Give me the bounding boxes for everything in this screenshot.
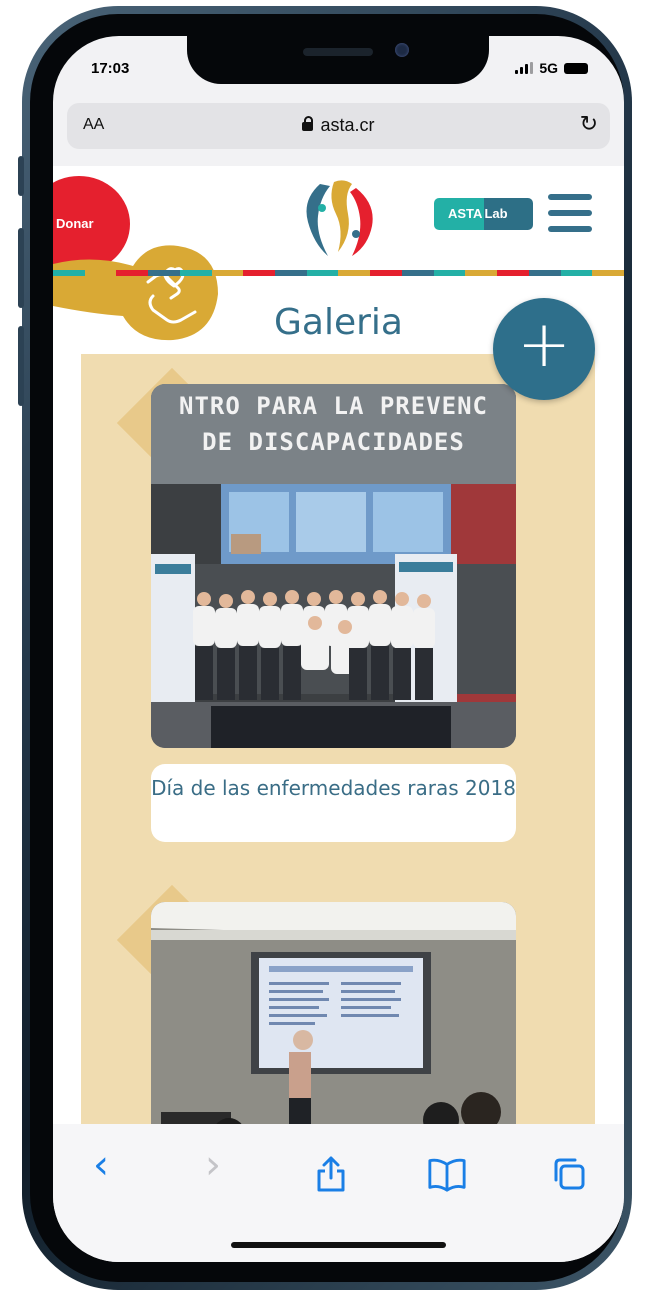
camera <box>395 43 409 57</box>
gallery-image-1[interactable]: NTRO PARA LA PREVENC DE DISCAPACIDADES <box>151 384 516 748</box>
sign-line-1: NTRO PARA LA PREVENC <box>179 392 488 420</box>
gallery-caption-1[interactable]: Día de las enfermedades raras 2018 <box>151 764 516 842</box>
add-button[interactable]: + <box>493 298 595 400</box>
notch <box>187 36 489 84</box>
speaker <box>303 48 373 56</box>
hamburger-menu-icon[interactable] <box>548 194 592 242</box>
domain-text: asta.cr <box>320 115 375 135</box>
forward-icon[interactable]: › <box>193 1142 233 1188</box>
mute-switch <box>18 156 24 196</box>
back-icon[interactable]: ‹ <box>81 1142 121 1188</box>
caption-text: Día de las enfermedades raras 2018 <box>151 776 516 800</box>
lock-icon <box>302 116 314 131</box>
lab-part1: ASTA <box>434 198 485 230</box>
signal-icon <box>515 62 534 74</box>
screen: 17:03 5G AA asta.cr ↻ Donar ASTA Lab Gal… <box>53 36 624 1262</box>
bookmarks-icon[interactable] <box>427 1154 467 1194</box>
sign-line-2: DE DISCAPACIDADES <box>202 428 465 456</box>
url-display[interactable]: asta.cr <box>67 115 610 136</box>
volume-up-button <box>18 228 24 308</box>
network-type: 5G <box>539 60 558 76</box>
address-bar[interactable]: AA asta.cr ↻ <box>67 103 610 149</box>
home-indicator[interactable] <box>231 1242 446 1248</box>
web-content[interactable]: Donar ASTA Lab Galeria NTRO PARA LA PREV… <box>53 166 624 1124</box>
status-indicators: 5G <box>515 60 588 76</box>
share-icon[interactable] <box>311 1154 351 1194</box>
asta-lab-button[interactable]: ASTA Lab <box>434 198 533 230</box>
lab-part2: Lab <box>484 198 533 230</box>
gallery-image-2[interactable] <box>151 902 516 1124</box>
reload-icon[interactable]: ↻ <box>580 112 598 137</box>
volume-down-button <box>18 326 24 406</box>
status-time: 17:03 <box>91 60 130 77</box>
color-stripe-divider <box>53 270 624 276</box>
battery-icon <box>564 62 588 74</box>
donate-label: Donar <box>56 216 94 231</box>
tabs-icon[interactable] <box>549 1154 589 1194</box>
asta-logo[interactable] <box>300 178 380 260</box>
